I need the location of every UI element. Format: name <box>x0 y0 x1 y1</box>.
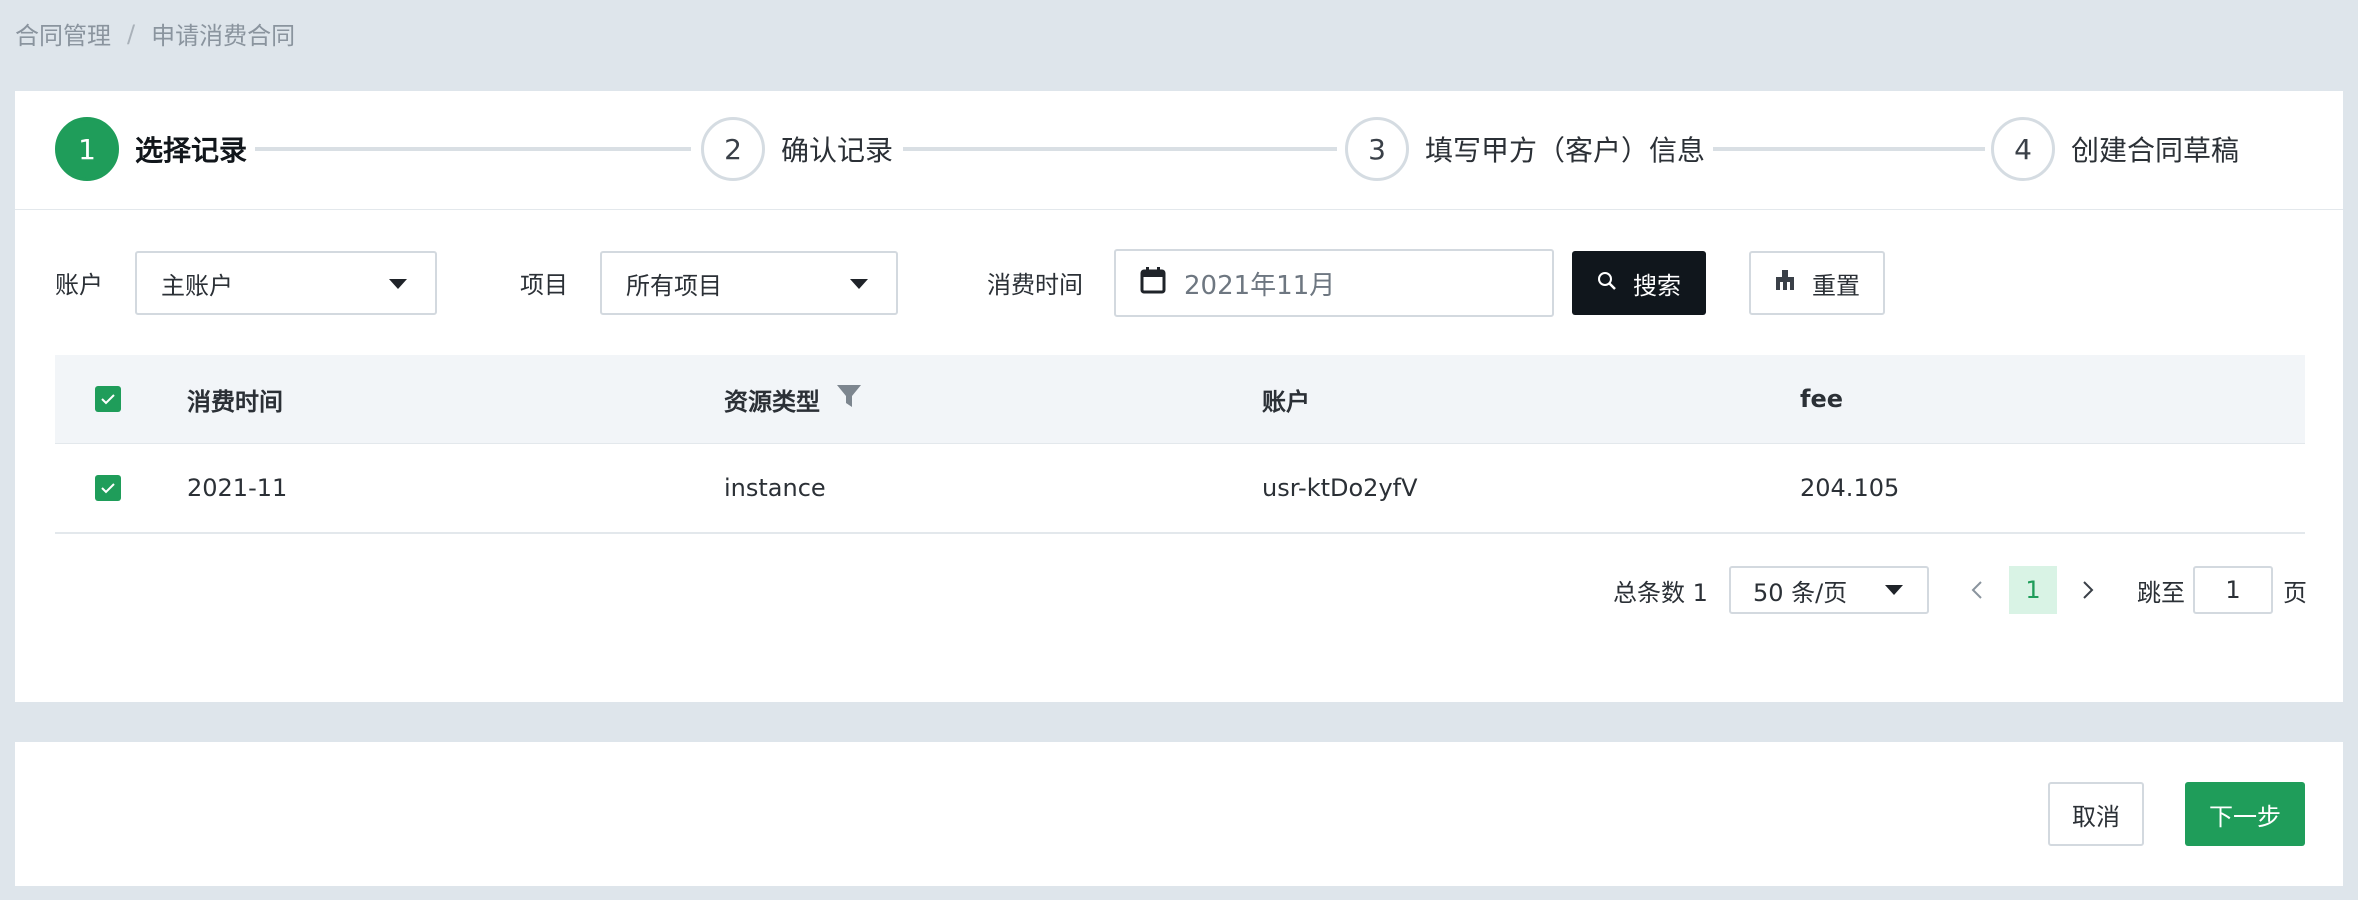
table-row[interactable]: 2021-11 instance usr-ktDo2yfV 204.105 <box>55 444 2305 534</box>
step-1-label: 选择记录 <box>135 134 248 167</box>
breadcrumb: 合同管理 / 申请消费合同 <box>15 16 295 51</box>
month-picker-value: 2021年11月 <box>1184 270 1336 301</box>
search-button[interactable]: 搜索 <box>1572 251 1706 315</box>
caret-down-icon <box>1885 585 1903 595</box>
jump-label: 跳至 <box>2137 578 2185 607</box>
table-header: 消费时间 资源类型 账户 fee <box>55 355 2305 444</box>
account-select[interactable]: 主账户 <box>135 251 437 315</box>
reset-button-label: 重置 <box>1812 271 1860 300</box>
step-connector <box>1713 147 1985 151</box>
next-step-button[interactable]: 下一步 <box>2185 782 2305 846</box>
cell-time: 2021-11 <box>187 474 288 502</box>
column-header-type[interactable]: 资源类型 <box>724 355 862 443</box>
footer-panel: 取消 下一步 <box>15 742 2343 886</box>
column-header-time[interactable]: 消费时间 <box>187 355 283 443</box>
stepper: 1 选择记录 2 确认记录 3 填写甲方（客户）信息 4 创建合同草稿 <box>15 91 2343 210</box>
calendar-icon <box>1140 266 1166 301</box>
broom-icon <box>1774 269 1796 297</box>
column-header-type-label: 资源类型 <box>724 387 820 416</box>
records-table: 消费时间 资源类型 账户 fee 2021-11 instance usr-kt… <box>55 355 2305 534</box>
chevron-right-icon <box>2083 581 2094 599</box>
cell-type: instance <box>724 474 826 502</box>
step-1-indicator: 1 <box>55 117 119 181</box>
step-2-indicator: 2 <box>701 117 765 181</box>
project-select[interactable]: 所有项目 <box>600 251 898 315</box>
next-page-button[interactable] <box>2074 566 2102 614</box>
column-header-account[interactable]: 账户 <box>1262 355 1310 443</box>
time-filter-label: 消费时间 <box>987 271 1083 299</box>
step-4-indicator: 4 <box>1991 117 2055 181</box>
chevron-left-icon <box>1971 581 1982 599</box>
caret-down-icon <box>389 279 407 289</box>
caret-down-icon <box>850 279 868 289</box>
account-select-value: 主账户 <box>161 271 233 300</box>
step-3-indicator: 3 <box>1345 117 1409 181</box>
step-4-label: 创建合同草稿 <box>2071 134 2240 167</box>
check-icon <box>101 394 115 405</box>
total-count: 总条数 1 <box>1613 578 1708 607</box>
main-panel: 1 选择记录 2 确认记录 3 填写甲方（客户）信息 4 创建合同草稿 账户 主… <box>15 91 2343 702</box>
select-all-checkbox[interactable] <box>95 386 121 412</box>
filter-icon[interactable] <box>836 383 862 415</box>
search-button-label: 搜索 <box>1633 271 1681 300</box>
page-size-select[interactable]: 50 条/页 <box>1729 566 1929 614</box>
page-1-button[interactable]: 1 <box>2009 566 2057 614</box>
page-size-value: 50 条/页 <box>1753 578 1848 607</box>
prev-page-button[interactable] <box>1963 566 1991 614</box>
step-connector <box>903 147 1337 151</box>
step-3-label: 填写甲方（客户）信息 <box>1425 134 1706 167</box>
row-checkbox[interactable] <box>95 475 121 501</box>
step-2-label: 确认记录 <box>781 134 894 167</box>
reset-button[interactable]: 重置 <box>1749 251 1885 315</box>
cell-account: usr-ktDo2yfV <box>1262 474 1418 502</box>
jump-page-input[interactable]: 1 <box>2193 566 2273 614</box>
column-header-fee[interactable]: fee <box>1800 355 1843 443</box>
cancel-button[interactable]: 取消 <box>2048 782 2144 846</box>
breadcrumb-separator: / <box>127 19 136 48</box>
project-select-value: 所有项目 <box>626 271 722 300</box>
page-suffix: 页 <box>2283 578 2307 607</box>
project-filter-label: 项目 <box>520 271 568 299</box>
check-icon <box>101 483 115 494</box>
account-filter-label: 账户 <box>55 271 103 299</box>
search-icon <box>1597 269 1617 297</box>
month-picker[interactable]: 2021年11月 <box>1114 249 1554 317</box>
cell-fee: 204.105 <box>1800 474 1900 502</box>
step-connector <box>255 147 691 151</box>
breadcrumb-contracts[interactable]: 合同管理 <box>15 16 111 51</box>
breadcrumb-current: 申请消费合同 <box>151 22 296 50</box>
